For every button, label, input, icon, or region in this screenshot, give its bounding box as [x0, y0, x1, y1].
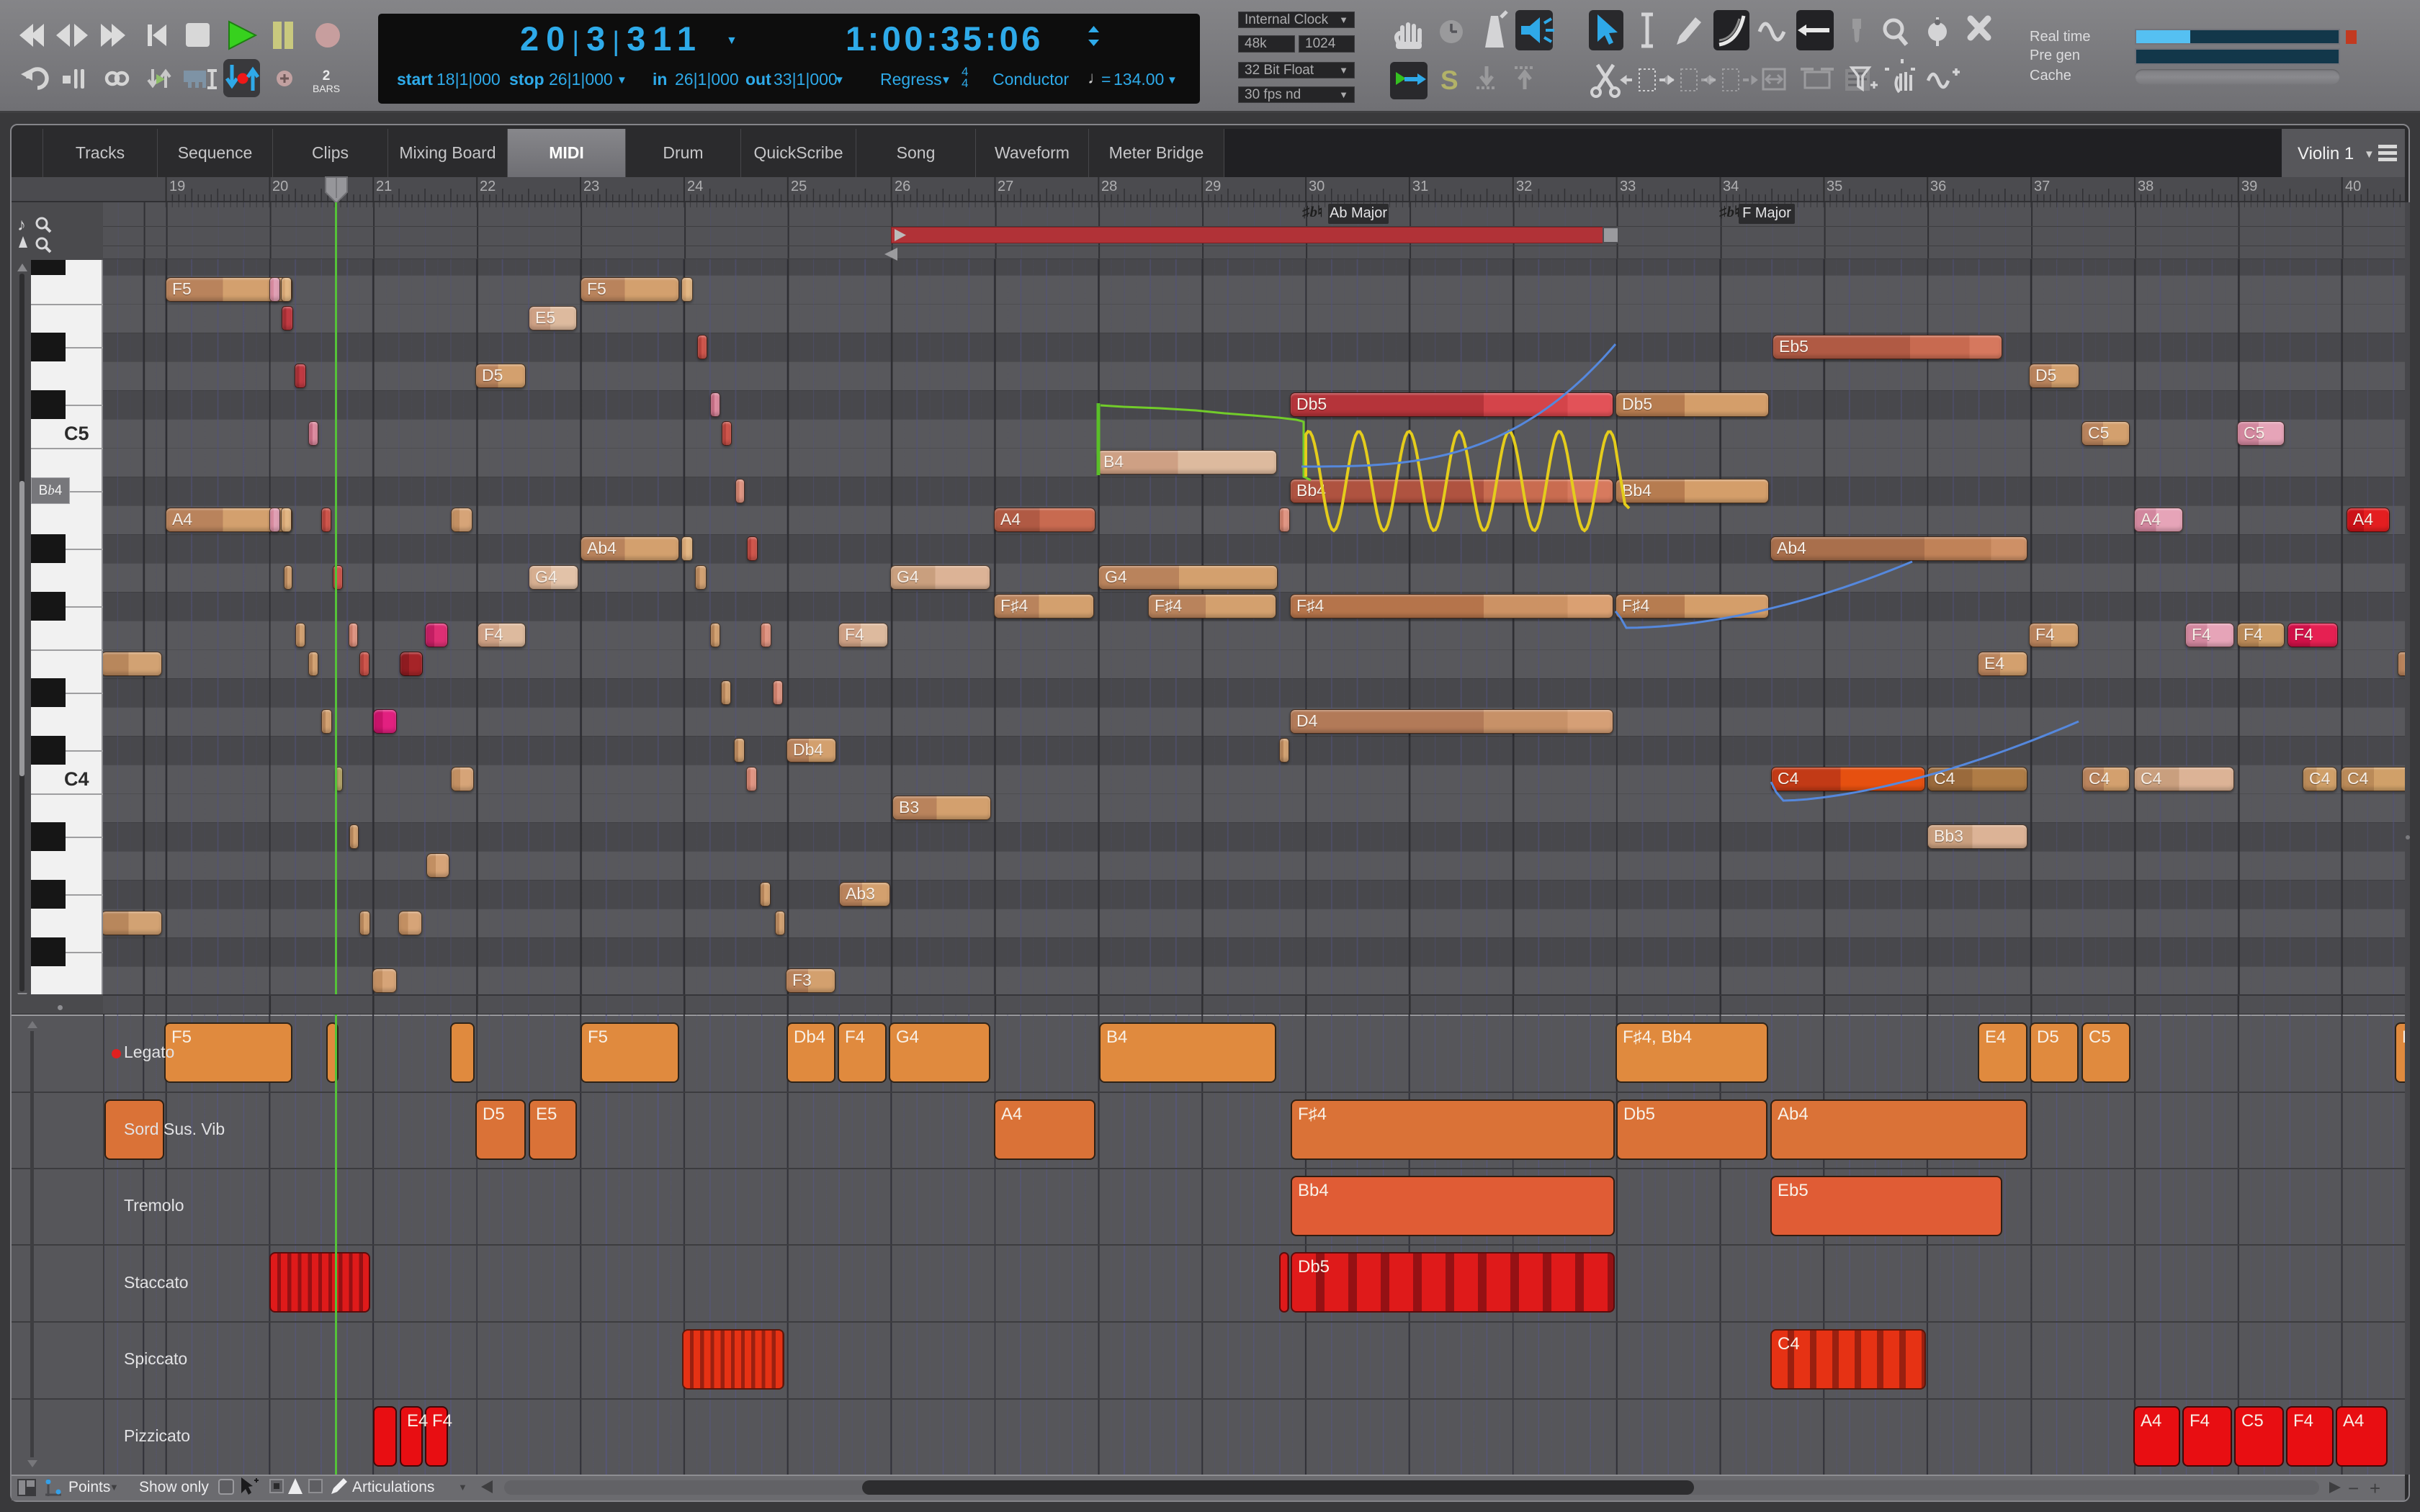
svg-text:BARS: BARS — [313, 83, 340, 94]
svg-text:♪: ♪ — [17, 215, 26, 235]
svg-text:2: 2 — [323, 68, 331, 84]
svg-text:S: S — [1440, 66, 1458, 95]
